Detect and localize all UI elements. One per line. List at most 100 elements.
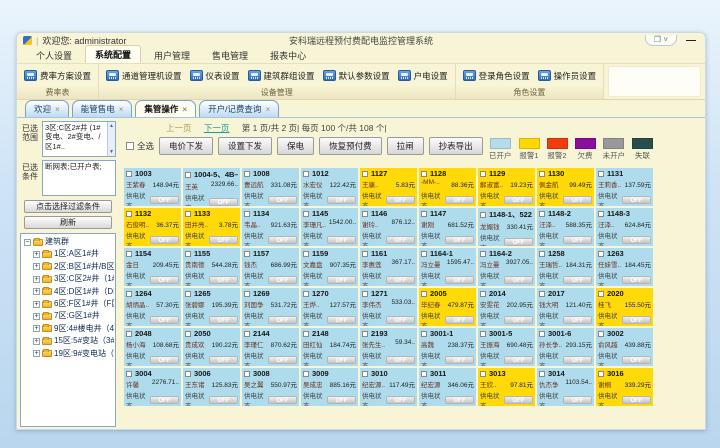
ribbon-button-户电设置[interactable]: 户电设置 — [395, 68, 451, 84]
supply-toggle-off[interactable]: OFF — [563, 236, 592, 244]
tree-item[interactable]: +9区:4#楼电井（4#楼.. — [24, 323, 114, 335]
supply-toggle-off[interactable]: OFF — [622, 396, 651, 404]
expand-icon[interactable]: + — [33, 251, 40, 258]
room-checkbox[interactable] — [539, 211, 545, 217]
menu-item-系统配置[interactable]: 系统配置 — [85, 45, 141, 63]
room-checkbox[interactable] — [539, 371, 545, 377]
ribbon-button-建筑群组设置[interactable]: 建筑群组设置 — [245, 68, 318, 84]
supply-toggle-off[interactable]: OFF — [327, 316, 356, 324]
room-checkbox[interactable] — [480, 291, 486, 297]
supply-toggle-off[interactable]: OFF — [327, 276, 356, 284]
supply-toggle-off[interactable]: OFF — [445, 316, 474, 324]
supply-toggle-off[interactable]: OFF — [445, 356, 474, 364]
supply-toggle-off[interactable]: OFF — [563, 276, 592, 284]
room-checkbox[interactable] — [244, 251, 250, 257]
supply-toggle-off[interactable]: OFF — [150, 236, 179, 244]
room-checkbox[interactable] — [126, 371, 132, 377]
ribbon-button-默认参数设置[interactable]: 默认参数设置 — [320, 68, 393, 84]
supply-toggle-off[interactable]: OFF — [445, 236, 474, 244]
action-button-电价下发[interactable]: 电价下发 — [159, 137, 213, 155]
room-checkbox[interactable] — [126, 331, 132, 337]
room-checkbox[interactable] — [244, 331, 250, 337]
ribbon-toggle-control[interactable]: ❐ ˅ — [645, 35, 677, 46]
supply-toggle-off[interactable]: OFF — [386, 356, 415, 364]
room-checkbox[interactable] — [126, 291, 132, 297]
supply-toggle-off[interactable]: OFF — [209, 316, 238, 324]
expand-icon[interactable]: + — [33, 301, 40, 308]
listbox-scrollbar[interactable]: ▲▼ — [107, 122, 115, 156]
supply-toggle-off[interactable]: OFF — [209, 198, 238, 206]
ribbon-button-通道管理机设置[interactable]: 通道管理机设置 — [103, 68, 185, 84]
tree-root[interactable]: − 建筑群 — [24, 236, 114, 248]
expand-icon[interactable]: + — [33, 263, 40, 270]
supply-toggle-off[interactable]: OFF — [268, 276, 297, 284]
close-icon[interactable]: × — [55, 105, 60, 114]
supply-toggle-off[interactable]: OFF — [386, 196, 415, 204]
ribbon-button-登录角色设置[interactable]: 登录角色设置 — [460, 68, 533, 84]
room-checkbox[interactable] — [421, 251, 427, 257]
next-page-link[interactable]: 下一页 — [204, 123, 230, 133]
room-checkbox[interactable] — [539, 331, 545, 337]
expand-icon[interactable]: + — [33, 338, 40, 345]
supply-toggle-off[interactable]: OFF — [445, 396, 474, 404]
room-checkbox[interactable] — [421, 371, 427, 377]
tree-item[interactable]: +1区:A区1#井 — [24, 248, 114, 260]
supply-toggle-off[interactable]: OFF — [504, 316, 533, 324]
action-button-拉闸[interactable]: 拉闸 — [387, 137, 424, 155]
close-icon[interactable]: × — [265, 105, 270, 114]
room-checkbox[interactable] — [480, 171, 486, 177]
action-button-设置下发[interactable]: 设置下发 — [218, 137, 272, 155]
ribbon-button-操作员设置[interactable]: 操作员设置 — [535, 68, 600, 84]
room-checkbox[interactable] — [362, 251, 368, 257]
menu-item-用户管理[interactable]: 用户管理 — [145, 47, 199, 63]
room-checkbox[interactable] — [185, 371, 191, 377]
room-checkbox[interactable] — [185, 291, 191, 297]
tree-item[interactable]: +19区:9#变电站（2#.. — [24, 348, 114, 360]
supply-toggle-off[interactable]: OFF — [563, 316, 592, 324]
ribbon-button-费率方案设置[interactable]: 费率方案设置 — [21, 68, 94, 84]
supply-toggle-off[interactable]: OFF — [209, 236, 238, 244]
supply-toggle-off[interactable]: OFF — [209, 356, 238, 364]
room-checkbox[interactable] — [480, 371, 486, 377]
supply-toggle-off[interactable]: OFF — [563, 356, 592, 364]
minimize-button[interactable]: — — [683, 37, 699, 45]
room-checkbox[interactable] — [362, 291, 368, 297]
action-button-抄表导出[interactable]: 抄表导出 — [429, 137, 483, 155]
expand-icon[interactable]: + — [33, 288, 40, 295]
supply-toggle-off[interactable]: OFF — [563, 196, 592, 204]
supply-toggle-off[interactable]: OFF — [622, 356, 651, 364]
selected-range-listbox[interactable]: 3区:C区2#井 (1#变电、2#变电、/区1#.. ▲▼ — [42, 121, 116, 157]
refresh-button[interactable]: 刷新 — [24, 216, 112, 229]
room-checkbox[interactable] — [362, 171, 368, 177]
room-checkbox[interactable] — [480, 251, 486, 257]
supply-toggle-off[interactable]: OFF — [150, 276, 179, 284]
select-all-checkbox[interactable] — [126, 142, 134, 150]
room-checkbox[interactable] — [421, 211, 427, 217]
room-checkbox[interactable] — [539, 291, 545, 297]
close-icon[interactable]: × — [119, 105, 124, 114]
select-all[interactable]: 全选 — [126, 137, 154, 152]
prev-page-link[interactable]: 上一页 — [166, 123, 192, 133]
tab-能管售电[interactable]: 能管售电× — [72, 100, 133, 117]
supply-toggle-off[interactable]: OFF — [563, 396, 592, 404]
room-checkbox[interactable] — [303, 211, 309, 217]
close-icon[interactable]: × — [182, 105, 187, 114]
room-checkbox[interactable] — [598, 251, 604, 257]
supply-toggle-off[interactable]: OFF — [504, 196, 533, 204]
room-checkbox[interactable] — [421, 171, 427, 177]
tree-item[interactable]: +4区:D区1#井（D区1.. — [24, 286, 114, 298]
room-checkbox[interactable] — [539, 171, 545, 177]
supply-toggle-off[interactable]: OFF — [268, 196, 297, 204]
supply-toggle-off[interactable]: OFF — [268, 396, 297, 404]
expand-icon[interactable]: + — [33, 350, 40, 357]
room-checkbox[interactable] — [244, 291, 250, 297]
room-checkbox[interactable] — [362, 331, 368, 337]
room-checkbox[interactable] — [598, 211, 604, 217]
supply-toggle-off[interactable]: OFF — [386, 396, 415, 404]
supply-toggle-off[interactable]: OFF — [504, 396, 533, 404]
tree-item[interactable]: +15区:5#变站（3#变电.. — [24, 335, 114, 347]
room-checkbox[interactable] — [244, 371, 250, 377]
room-checkbox[interactable] — [421, 291, 427, 297]
action-button-保电[interactable]: 保电 — [277, 137, 314, 155]
tree-item[interactable]: +7区:G区1#井 — [24, 310, 114, 322]
